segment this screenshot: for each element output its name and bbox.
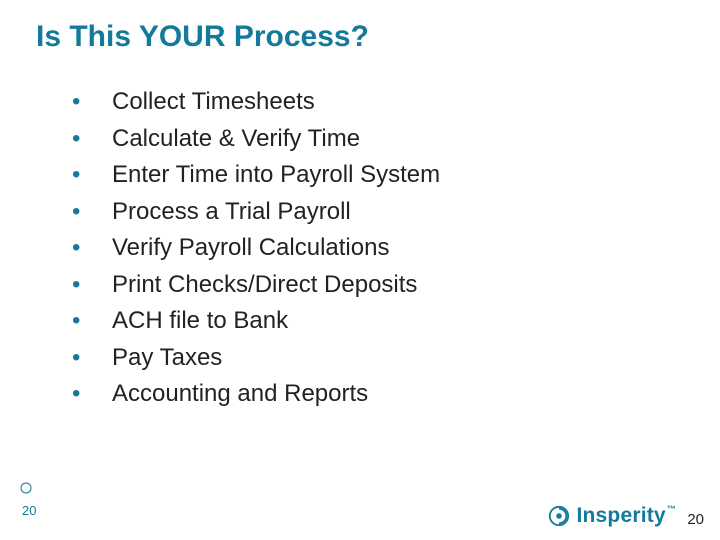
list-item: • Collect Timesheets [72, 88, 440, 116]
page-number-right: 20 [687, 511, 704, 528]
bullet-icon: • [72, 125, 112, 153]
list-item: • Print Checks/Direct Deposits [72, 271, 440, 299]
list-item-text: Print Checks/Direct Deposits [112, 271, 417, 299]
list-item-text: Accounting and Reports [112, 380, 368, 408]
bullet-icon: • [72, 380, 112, 408]
bullet-icon: • [72, 307, 112, 335]
insperity-mark-icon [548, 505, 570, 527]
bullet-icon: • [72, 161, 112, 189]
trademark-symbol: ™ [667, 504, 676, 514]
list-item: • Process a Trial Payroll [72, 198, 440, 226]
brand-name-text: Insperity [576, 504, 665, 527]
bullet-icon: • [72, 198, 112, 226]
bullet-icon: • [72, 88, 112, 116]
brand-logo: Insperity™ [548, 504, 676, 528]
list-item: • ACH file to Bank [72, 307, 440, 335]
list-item-text: Pay Taxes [112, 344, 222, 372]
list-item: • Verify Payroll Calculations [72, 234, 440, 262]
list-item-text: ACH file to Bank [112, 307, 288, 335]
list-item-text: Process a Trial Payroll [112, 198, 351, 226]
bullet-icon: • [72, 234, 112, 262]
list-item: • Accounting and Reports [72, 380, 440, 408]
slide-title: Is This YOUR Process? [36, 20, 369, 54]
list-item-text: Collect Timesheets [112, 88, 315, 116]
list-item: • Enter Time into Payroll System [72, 161, 440, 189]
list-item-text: Calculate & Verify Time [112, 125, 360, 153]
page-number-left: 20 [22, 503, 36, 518]
list-item-text: Verify Payroll Calculations [112, 234, 389, 262]
bullet-icon: • [72, 344, 112, 372]
bullet-icon: • [72, 271, 112, 299]
list-item: • Pay Taxes [72, 344, 440, 372]
bullet-list: • Collect Timesheets • Calculate & Verif… [72, 88, 440, 417]
brand-name: Insperity™ [576, 504, 676, 528]
list-item: • Calculate & Verify Time [72, 125, 440, 153]
list-item-text: Enter Time into Payroll System [112, 161, 440, 189]
ornament-icon [18, 480, 34, 496]
